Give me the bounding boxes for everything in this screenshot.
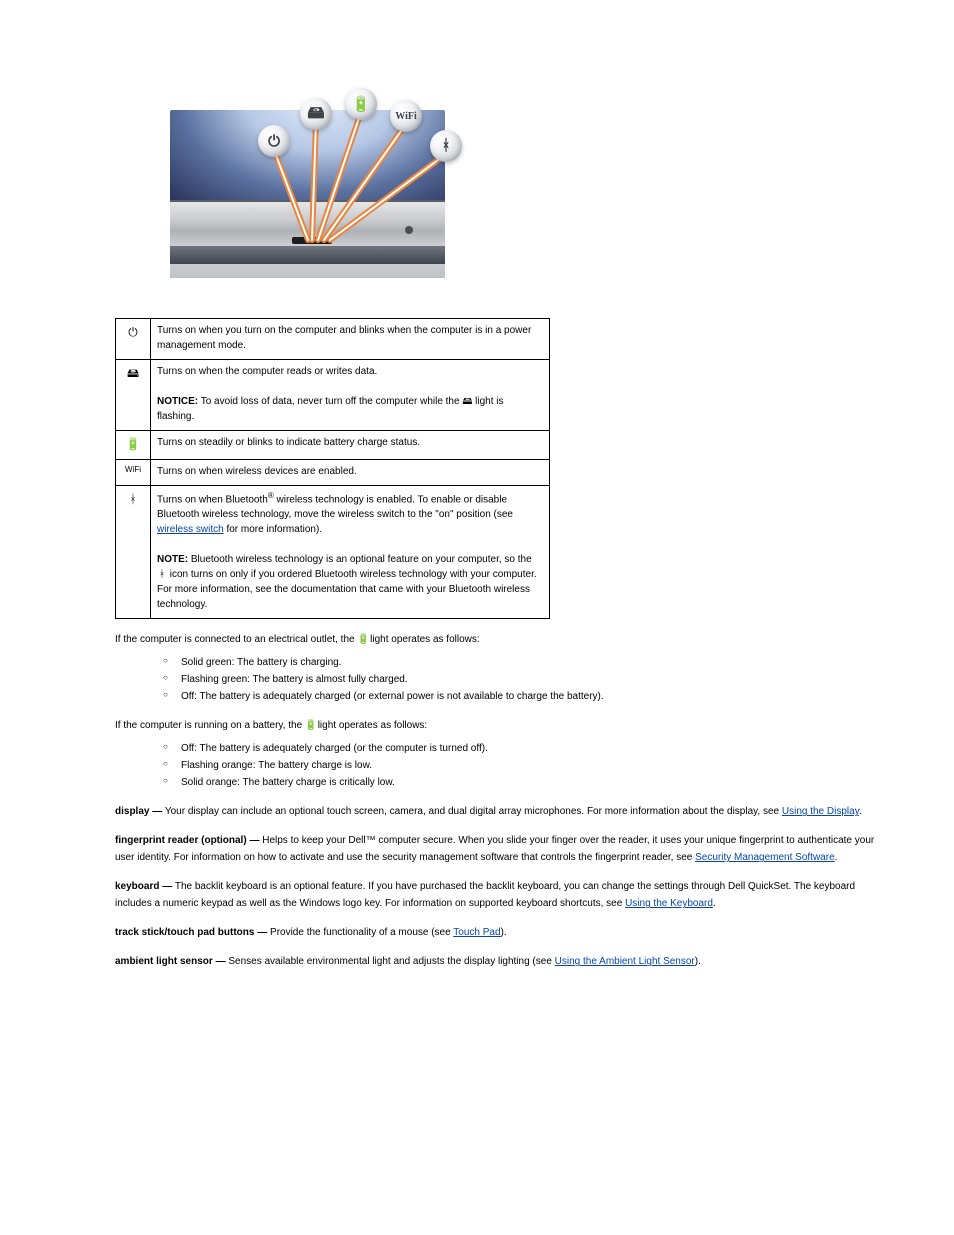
wifi-icon: WiFi (116, 460, 151, 486)
power-icon: ⏻ (116, 319, 151, 360)
using-display-link[interactable]: Using the Display (782, 806, 859, 817)
row-bluetooth: ᚼ Turns on when Bluetooth® wireless tech… (116, 486, 550, 619)
ac-item-2: Flashing green: The battery is almost fu… (163, 671, 894, 688)
bubble-battery-icon: 🔋 (345, 88, 377, 120)
fingerprint-para: fingerprint reader (optional) — Helps to… (115, 832, 894, 866)
battery-icon: 🔋 (116, 431, 151, 460)
battery-desc: Turns on steadily or blinks to indicate … (151, 431, 550, 460)
battery-mode-list: Off: The battery is adequately charged (… (163, 740, 894, 791)
ac-mode-list: Solid green: The battery is charging. Fl… (163, 654, 894, 705)
keyboard-para: keyboard — The backlit keyboard is an op… (115, 878, 894, 912)
inline-drive-icon: 🖴 (462, 394, 472, 409)
ac-mode-intro: If the computer is connected to an elect… (115, 631, 894, 648)
row-drive: 🖴 Turns on when the computer reads or wr… (116, 360, 550, 431)
bat-item-3: Solid orange: The battery charge is crit… (163, 774, 894, 791)
using-keyboard-link[interactable]: Using the Keyboard (625, 898, 713, 909)
security-software-link[interactable]: Security Management Software (695, 852, 835, 863)
bubble-drive-icon: 🖴 (300, 98, 332, 130)
wifi-desc: Turns on when wireless devices are enabl… (151, 460, 550, 486)
bat-item-1: Off: The battery is adequately charged (… (163, 740, 894, 757)
bubble-bluetooth-icon: ᚼ (430, 130, 462, 162)
row-power: ⏻ Turns on when you turn on the computer… (116, 319, 550, 360)
ac-item-3: Off: The battery is adequately charged (… (163, 688, 894, 705)
bubble-power-icon: ⏻ (258, 125, 290, 157)
trackstick-para: track stick/touch pad buttons — Provide … (115, 924, 894, 941)
callout-lines (170, 50, 445, 278)
ambient-light-link[interactable]: Using the Ambient Light Sensor (555, 956, 695, 967)
wireless-switch-link[interactable]: wireless switch (157, 524, 224, 535)
bat-item-2: Flashing orange: The battery charge is l… (163, 757, 894, 774)
bluetooth-desc: Turns on when Bluetooth® wireless techno… (151, 486, 550, 619)
ambient-para: ambient light sensor — Senses available … (115, 953, 894, 970)
display-para: display — Your display can include an op… (115, 803, 894, 820)
inline-battery-icon: 🔋 (357, 631, 367, 648)
bluetooth-icon: ᚼ (116, 486, 151, 619)
ac-item-1: Solid green: The battery is charging. (163, 654, 894, 671)
drive-desc: Turns on when the computer reads or writ… (151, 360, 550, 431)
inline-battery-icon-2: 🔋 (305, 717, 315, 734)
touch-pad-link[interactable]: Touch Pad (453, 927, 500, 938)
page-root: ⏻ 🖴 🔋 WiFi ᚼ ⏻ Turns on when you turn on… (0, 0, 954, 1235)
status-light-table: ⏻ Turns on when you turn on the computer… (115, 318, 550, 619)
row-wifi: WiFi Turns on when wireless devices are … (116, 460, 550, 486)
bubble-wifi-icon: WiFi (390, 100, 422, 132)
row-battery: 🔋 Turns on steadily or blinks to indicat… (116, 431, 550, 460)
drive-icon: 🖴 (116, 360, 151, 431)
battery-mode-intro: If the computer is running on a battery,… (115, 717, 894, 734)
power-desc: Turns on when you turn on the computer a… (151, 319, 550, 360)
inline-bluetooth-icon: ᚼ (157, 567, 167, 582)
hinge-illustration: ⏻ 🖴 🔋 WiFi ᚼ (170, 50, 445, 278)
